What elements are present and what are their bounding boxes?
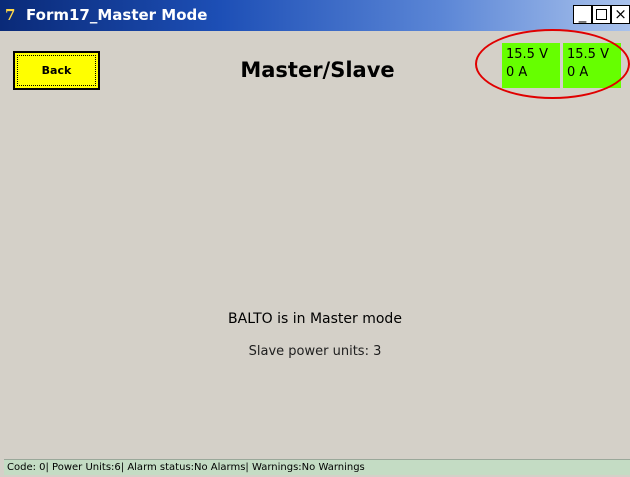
close-icon: × xyxy=(614,5,627,23)
power-meter-1: 15.5 V 0 A xyxy=(502,43,560,88)
slave-units-text: Slave power units: 3 xyxy=(248,344,382,359)
page-title: Master/Slave xyxy=(240,58,395,82)
back-button[interactable]: Back xyxy=(13,51,100,90)
meter-current: 0 A xyxy=(567,65,589,80)
mode-status-text: BALTO is in Master mode xyxy=(228,311,402,327)
close-button[interactable]: × xyxy=(611,5,630,24)
status-bar: Code: 0| Power Units:6| Alarm status:No … xyxy=(4,459,630,475)
minimize-button[interactable]: _ xyxy=(573,5,592,24)
minimize-icon: _ xyxy=(578,5,587,23)
maximize-icon xyxy=(596,9,607,20)
meter-voltage: 15.5 V xyxy=(506,47,548,62)
maximize-button[interactable] xyxy=(592,5,611,24)
power-meter-2: 15.5 V 0 A xyxy=(563,43,621,88)
title-bar[interactable]: 7 Form17_Master Mode _ × xyxy=(0,0,630,31)
app-window: 7 Form17_Master Mode _ × Back Master/Sla… xyxy=(0,0,630,477)
app-logo-icon: 7 xyxy=(5,6,16,24)
meter-current: 0 A xyxy=(506,65,528,80)
meter-voltage: 15.5 V xyxy=(567,47,609,62)
window-title: Form17_Master Mode xyxy=(26,6,208,24)
